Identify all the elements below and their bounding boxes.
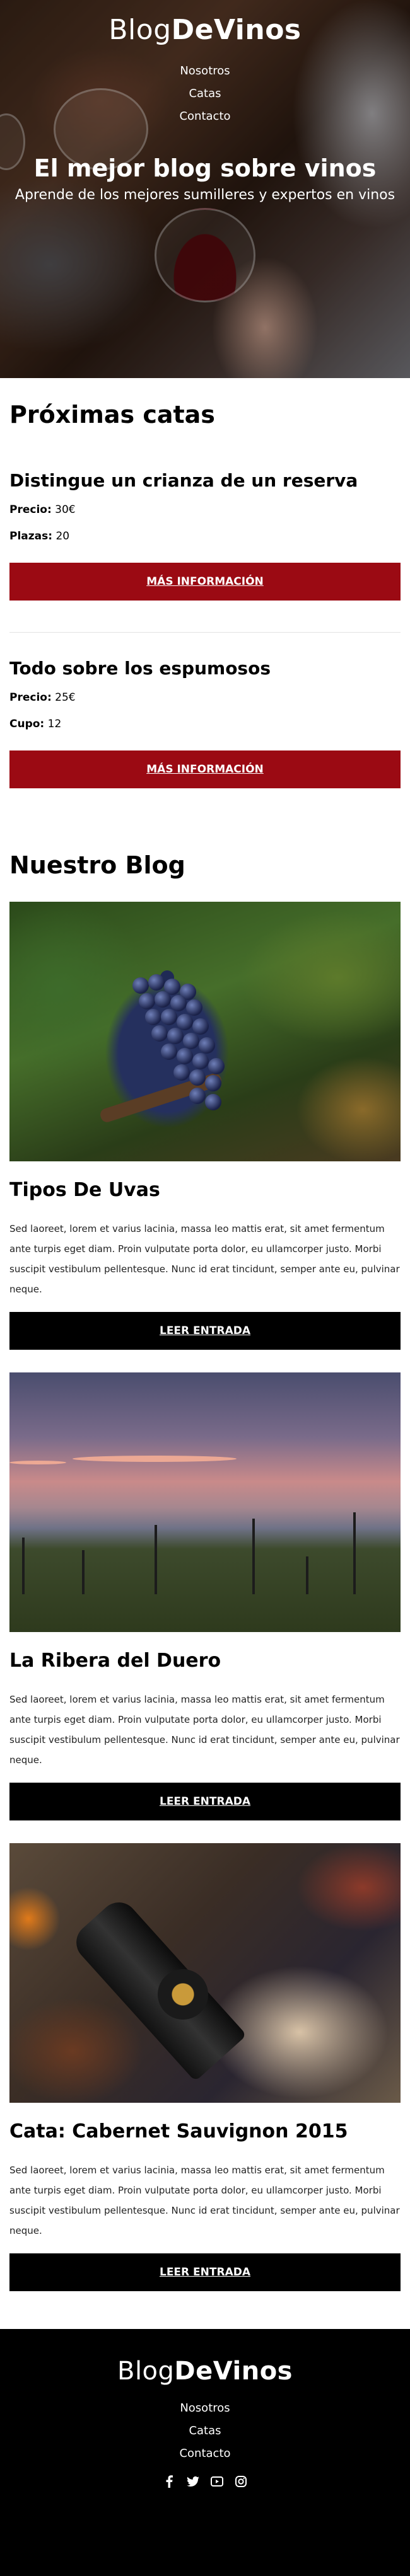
- footer-nav: Nosotros Catas Contacto: [0, 2397, 410, 2465]
- cata-seats-label: Cupo:: [9, 718, 45, 730]
- footer-nav-link-catas[interactable]: Catas: [189, 2424, 221, 2437]
- cata-item: Todo sobre los espumosos Precio: 25€ Cup…: [9, 633, 401, 788]
- cloud-image: [73, 1456, 237, 1462]
- grape-image: [167, 1028, 184, 1044]
- cloud-image: [9, 1461, 66, 1464]
- entry-title[interactable]: Tipos De Uvas: [9, 1179, 401, 1201]
- grape-image: [139, 993, 155, 1009]
- grape-image: [155, 991, 171, 1008]
- grape-image: [199, 1037, 215, 1054]
- grape-image: [192, 1053, 209, 1069]
- footer-nav-link-nosotros[interactable]: Nosotros: [180, 2401, 230, 2415]
- grape-image: [189, 1069, 206, 1086]
- entry-excerpt: Sed laoreet, lorem et varius lacinia, ma…: [9, 1694, 400, 1766]
- cata-price-value: 25€: [51, 691, 76, 704]
- grape-image: [186, 999, 202, 1016]
- more-info-button[interactable]: Más información: [9, 563, 401, 601]
- grape-image: [177, 1014, 193, 1030]
- blog-section: Nuestro Blog Tipos De Uvas Sed laoreet, …: [9, 788, 401, 2291]
- cata-title: Todo sobre los espumosos: [9, 658, 271, 679]
- grape-image: [192, 1018, 209, 1035]
- hero-content: BlogDeVinos Nosotros Catas Contacto El m…: [0, 0, 410, 378]
- wine-bottle-image[interactable]: [9, 1843, 401, 2103]
- vine-post-image: [306, 1556, 308, 1594]
- site-logo[interactable]: BlogDeVinos: [0, 14, 410, 46]
- grape-image: [170, 995, 187, 1011]
- twitter-icon[interactable]: [187, 2475, 199, 2488]
- cata-seats: Plazas: 20: [9, 529, 401, 544]
- cata-seats-value: 20: [52, 530, 70, 543]
- grape-image: [173, 1064, 190, 1081]
- grapes-image[interactable]: [9, 902, 401, 1161]
- entry-title[interactable]: La Ribera del Duero: [9, 1650, 401, 1672]
- cata-price-label: Precio:: [9, 691, 52, 704]
- grape-image: [189, 1088, 206, 1104]
- grape-image: [161, 1044, 177, 1060]
- instagram-icon[interactable]: [235, 2475, 247, 2488]
- nav-link-catas[interactable]: Catas: [189, 87, 221, 100]
- main-content: Próximas catas Distingue un crianza de u…: [0, 378, 410, 2291]
- blog-entry: Tipos De Uvas Sed laoreet, lorem et vari…: [9, 902, 401, 1350]
- grape-image: [205, 1094, 221, 1110]
- read-entry-button[interactable]: Leer entrada: [9, 1312, 401, 1350]
- logo-text-bold: DeVinos: [174, 2357, 293, 2386]
- hero-header: BlogDeVinos Nosotros Catas Contacto El m…: [0, 0, 410, 378]
- vineyard-image[interactable]: [9, 1372, 401, 1632]
- logo-text-light: Blog: [117, 2357, 175, 2386]
- grape-image: [161, 1009, 177, 1025]
- more-info-button[interactable]: Más información: [9, 750, 401, 788]
- nav-link-contacto[interactable]: Contacto: [179, 110, 230, 123]
- grape-image: [148, 974, 165, 991]
- read-entry-button[interactable]: Leer entrada: [9, 2253, 401, 2291]
- cata-price-value: 30€: [51, 503, 76, 516]
- entry-excerpt: Sed laoreet, lorem et varius lacinia, ma…: [9, 2165, 400, 2236]
- grape-image: [132, 977, 149, 994]
- entry-excerpt: Sed laoreet, lorem et varius lacinia, ma…: [9, 1223, 400, 1295]
- vine-post-image: [155, 1525, 157, 1594]
- grape-image: [183, 1033, 199, 1049]
- cata-seats-value: 12: [44, 718, 62, 730]
- cata-seats: Cupo: 12: [9, 716, 401, 732]
- read-entry-button[interactable]: Leer entrada: [9, 1783, 401, 1820]
- cata-price: Precio: 30€: [9, 502, 401, 517]
- vine-post-image: [22, 1538, 25, 1594]
- logo-text-light: Blog: [108, 14, 172, 46]
- cata-price: Precio: 25€: [9, 690, 401, 705]
- cata-title: Distingue un crianza de un reserva: [9, 470, 358, 491]
- social-links: [0, 2475, 410, 2488]
- catas-section-title: Próximas catas: [9, 401, 215, 428]
- entry-title[interactable]: Cata: Cabernet Sauvignon 2015: [9, 2120, 401, 2142]
- catas-section: Próximas catas Distingue un crianza de u…: [9, 378, 401, 788]
- grape-image: [208, 1058, 225, 1074]
- blog-entry: La Ribera del Duero Sed laoreet, lorem e…: [9, 1372, 401, 1820]
- nav-link-nosotros[interactable]: Nosotros: [180, 64, 230, 78]
- hero-subtitle: Aprende de los mejores sumilleres y expe…: [15, 187, 395, 203]
- facebook-icon[interactable]: [163, 2475, 175, 2488]
- cata-price-label: Precio:: [9, 503, 52, 516]
- hero-title: El mejor blog sobre vinos: [33, 154, 377, 182]
- vine-post-image: [82, 1550, 85, 1594]
- cata-seats-label: Plazas:: [9, 530, 53, 543]
- grape-image: [177, 1048, 193, 1064]
- blog-section-title: Nuestro Blog: [9, 851, 185, 879]
- footer-nav-link-contacto[interactable]: Contacto: [179, 2447, 230, 2460]
- vine-post-image: [252, 1519, 255, 1594]
- grape-image: [145, 1009, 161, 1025]
- cata-item: Distingue un crianza de un reserva Preci…: [9, 428, 401, 601]
- youtube-icon[interactable]: [211, 2475, 223, 2488]
- site-footer: BlogDeVinos Nosotros Catas Contacto: [0, 2329, 410, 2576]
- main-nav: Nosotros Catas Contacto: [0, 60, 410, 128]
- footer-logo[interactable]: BlogDeVinos: [0, 2357, 410, 2386]
- logo-text-bold: DeVinos: [171, 14, 302, 46]
- grape-image: [151, 1025, 168, 1042]
- vine-post-image: [353, 1512, 356, 1594]
- grape-image: [205, 1075, 221, 1091]
- blog-entry: Cata: Cabernet Sauvignon 2015 Sed laoree…: [9, 1843, 401, 2291]
